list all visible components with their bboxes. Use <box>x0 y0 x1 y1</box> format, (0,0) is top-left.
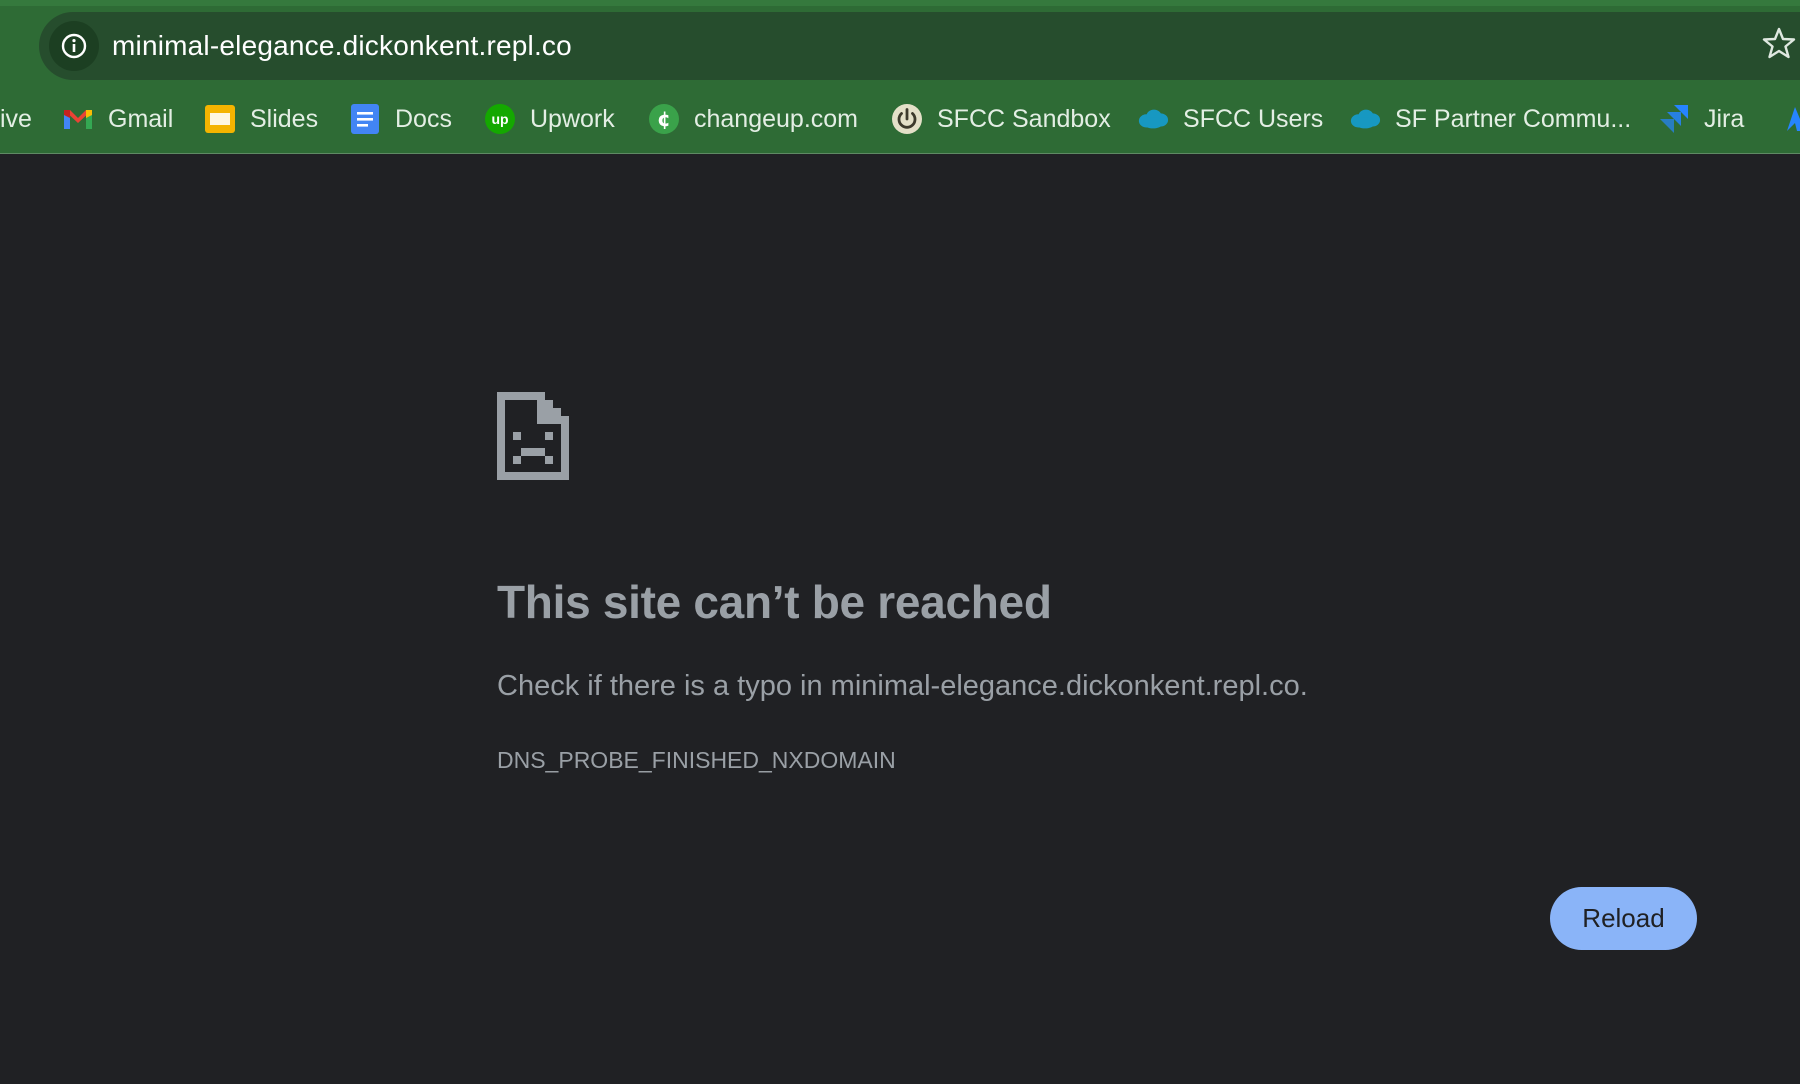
bookmark-label: changeup.com <box>694 104 859 133</box>
slides-icon <box>204 103 236 135</box>
bookmark-upwork[interactable]: up Upwork <box>484 84 615 153</box>
bookmark-drive[interactable]: ive <box>0 84 32 153</box>
svg-text:¢: ¢ <box>657 107 671 131</box>
browser-toolbar: minimal-elegance.dickonkent.repl.co <box>0 0 1800 84</box>
site-info-button[interactable] <box>49 21 99 71</box>
bookmark-jira[interactable]: Jira <box>1658 84 1745 153</box>
bookmark-atlassian[interactable] <box>1775 84 1800 153</box>
bookmark-label: Gmail <box>108 104 174 133</box>
bookmark-gmail[interactable]: Gmail <box>62 84 174 153</box>
bookmark-label: Upwork <box>530 104 615 133</box>
bookmark-sfcc-users[interactable]: SFCC Users <box>1137 84 1324 153</box>
bookmark-label: Docs <box>395 104 452 133</box>
salesforce-cloud-icon <box>1137 103 1169 135</box>
gmail-icon <box>62 103 94 135</box>
docs-icon <box>349 103 381 135</box>
changeup-icon: ¢ <box>648 103 680 135</box>
bookmark-sf-partner-community[interactable]: SF Partner Commu... <box>1349 84 1632 153</box>
bookmark-sfcc-sandbox[interactable]: SFCC Sandbox <box>891 84 1111 153</box>
info-icon <box>61 33 87 59</box>
error-title: This site can’t be reached <box>497 576 1052 628</box>
bookmark-changeup[interactable]: ¢ changeup.com <box>648 84 859 153</box>
sad-file-icon <box>497 392 569 480</box>
bookmark-slides[interactable]: Slides <box>204 84 319 153</box>
bookmarks-bar: ive Gmail Slides Docs up Upwork ¢ change… <box>0 84 1800 154</box>
error-code: DNS_PROBE_FINISHED_NXDOMAIN <box>497 747 896 773</box>
bookmark-label: SF Partner Commu... <box>1395 104 1632 133</box>
address-bar[interactable]: minimal-elegance.dickonkent.repl.co <box>39 12 1800 80</box>
star-icon[interactable] <box>1762 26 1796 60</box>
bookmark-label: ive <box>0 104 32 133</box>
bookmark-label: SFCC Sandbox <box>937 104 1111 133</box>
bookmark-label: SFCC Users <box>1183 104 1324 133</box>
atlassian-icon <box>1775 103 1800 135</box>
svg-text:up: up <box>491 111 508 127</box>
url-text[interactable]: minimal-elegance.dickonkent.repl.co <box>112 12 572 80</box>
upwork-icon: up <box>484 103 516 135</box>
salesforce-cloud-icon <box>1349 103 1381 135</box>
bookmark-label: Slides <box>250 104 319 133</box>
error-page: This site can’t be reached Check if ther… <box>0 155 1800 1084</box>
bookmark-docs[interactable]: Docs <box>349 84 452 153</box>
bookmark-label: Jira <box>1704 104 1745 133</box>
power-icon <box>891 103 923 135</box>
error-message: Check if there is a typo in minimal-eleg… <box>497 670 1308 702</box>
reload-button[interactable]: Reload <box>1550 887 1697 950</box>
jira-icon <box>1658 103 1690 135</box>
